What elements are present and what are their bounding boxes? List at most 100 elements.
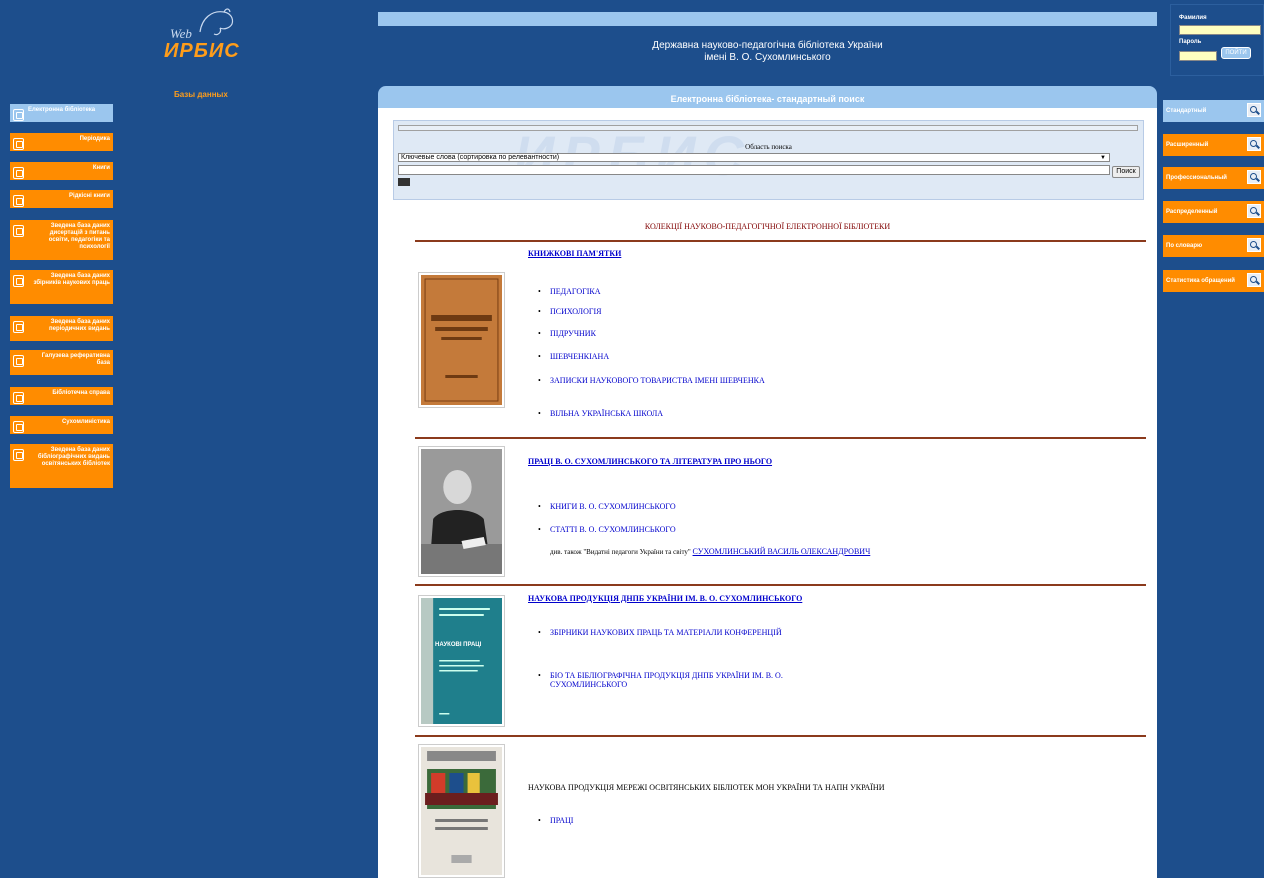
list-item[interactable]: ЗБІРНИКИ НАУКОВИХ ПРАЦЬ ТА МАТЕРІАЛИ КОН…: [538, 628, 782, 637]
sidebar-item-rare-books[interactable]: Рідкісні книги: [10, 190, 113, 208]
cover-title: НАУКОВІ ПРАЦІ: [435, 642, 482, 648]
sidebar-item-label: Книги: [92, 165, 110, 171]
sidebar-item-label: Електронна бібліотека: [28, 107, 96, 113]
search-mode-statistics[interactable]: Статистика обращений: [1163, 270, 1264, 292]
sidebar-item-label: Періодика: [79, 136, 110, 142]
password-label: Пароль: [1179, 39, 1202, 45]
leopard-icon: [199, 8, 234, 36]
list-item[interactable]: ЗАПИСКИ НАУКОВОГО ТОВАРИСТВА ІМЕНІ ШЕВЧЕ…: [538, 376, 780, 385]
see-also-link[interactable]: СУХОМЛИНСЬКИЙ ВАСИЛЬ ОЛЕКСАНДРОВИЧ: [693, 547, 871, 556]
sidebar-item-label: Рідкісні книги: [69, 193, 110, 199]
password-field[interactable]: [1179, 51, 1217, 61]
search-mode-dictionary[interactable]: По словарю: [1163, 235, 1264, 257]
search-mode-label: Распределенный: [1166, 209, 1218, 215]
magnifier-icon: [1247, 273, 1261, 287]
list-item[interactable]: СТАТТІ В. О. СУХОМЛИНСЬКОГО: [538, 525, 676, 534]
title-line-1: Державна науково-педагогічна бібліотека …: [652, 40, 883, 51]
sidebar-item-electronic-library[interactable]: Електронна бібліотека: [10, 104, 113, 122]
search-bar-title: Електронна бібліотека- стандартный поиск: [378, 86, 1157, 108]
surname-field[interactable]: [1179, 25, 1261, 35]
search-area-label: Область поиска: [745, 143, 792, 151]
database-icon: [13, 275, 24, 287]
list-item[interactable]: ПРАЦІ: [538, 816, 573, 825]
database-icon: [13, 167, 24, 179]
magnifier-icon: [1247, 137, 1261, 151]
section-title-network-production: НАУКОВА ПРОДУКЦІЯ МЕРЕЖІ ОСВІТЯНСЬКИХ БІ…: [528, 783, 885, 792]
search-area-select[interactable]: Ключевые слова (сортировка по релевантно…: [398, 153, 1110, 162]
sidebar-item-label: Сухомлиністика: [61, 419, 110, 425]
search-mode-label: Профессиональный: [1166, 175, 1227, 181]
search-input[interactable]: [398, 165, 1110, 175]
sidebar-item-label: Зведена база даних збірників наукових пр…: [33, 273, 110, 286]
magnifier-icon: [1247, 103, 1261, 117]
search-area-selected: Ключевые слова (сортировка по релевантно…: [401, 154, 560, 161]
sidebar-item-books[interactable]: Книги: [10, 162, 113, 180]
top-bar: [378, 12, 1157, 26]
search-button[interactable]: Поиск: [1112, 166, 1140, 178]
database-icon: [13, 109, 24, 121]
list-item[interactable]: КНИГИ В. О. СУХОМЛИНСЬКОГО: [538, 502, 676, 511]
title-line-2: імені В. О. Сухомлинського: [704, 52, 831, 63]
database-icon: [13, 355, 24, 367]
database-icon: [13, 225, 24, 237]
sidebar-item-label: Бібліотечна справа: [52, 390, 110, 396]
list-item[interactable]: ПІДРУЧНИК: [538, 329, 596, 338]
search-panel: ИРБИС Область поиска Ключевые слова (сор…: [393, 120, 1144, 200]
list-item[interactable]: ШЕВЧЕНКІАНА: [538, 352, 609, 361]
sidebar-item-label: Зведена база даних періодичних видань: [48, 319, 110, 332]
search-mode-label: Стандартный: [1166, 108, 1207, 114]
sidebar-item-dissertations[interactable]: Зведена база даних дисертацій з питань о…: [10, 220, 113, 260]
sidebar-item-bibliographic-editions[interactable]: Зведена база даних бібліографічних видан…: [10, 444, 113, 488]
sidebar-item-label: Зведена база даних бібліографічних видан…: [37, 447, 110, 467]
scientific-works-cover: НАУКОВІ ПРАЦІ: [418, 595, 505, 727]
magnifier-icon: [1247, 238, 1261, 252]
list-item[interactable]: ВІЛЬНА УКРАЇНСЬКА ШКОЛА: [538, 409, 663, 418]
login-button[interactable]: ПОЙТИ: [1221, 47, 1251, 59]
section-divider: [415, 240, 1146, 242]
search-mode-label: Расширенный: [1166, 142, 1209, 148]
sidebar-item-abstract-base[interactable]: Галузева реферативна база: [10, 350, 113, 375]
search-mode-professional[interactable]: Профессиональный: [1163, 167, 1264, 189]
list-item[interactable]: БІО ТА БІБЛІОГРАФІЧНА ПРОДУКЦІЯ ДНПБ УКР…: [538, 671, 830, 689]
see-also-prefix: див. також "Видатні педагоги України та …: [550, 548, 691, 556]
sidebar-item-library-science[interactable]: Бібліотечна справа: [10, 387, 113, 405]
search-mode-standard[interactable]: Стандартный: [1163, 100, 1264, 122]
magnifier-icon: [1247, 170, 1261, 184]
login-panel: Фамилия Пароль ПОЙТИ: [1170, 4, 1264, 76]
sidebar-item-label: Зведена база даних дисертацій з питань о…: [48, 223, 110, 250]
section-title-dnpb-production[interactable]: НАУКОВА ПРОДУКЦІЯ ДНПБ УКРАЇНИ ІМ. В. О.…: [528, 594, 802, 603]
sidebar-item-sukhomlinistika[interactable]: Сухомлиністика: [10, 416, 113, 434]
surname-label: Фамилия: [1179, 15, 1207, 21]
section-divider: [415, 584, 1146, 586]
network-production-cover: [418, 744, 505, 878]
databases-header: Базы данных: [174, 90, 228, 99]
search-mode-extended[interactable]: Расширенный: [1163, 134, 1264, 156]
section-title-sukhomlinsky-works[interactable]: ПРАЦІ В. О. СУХОМЛИНСЬКОГО ТА ЛІТЕРАТУРА…: [528, 457, 772, 466]
list-item[interactable]: ПСИХОЛОГІЯ: [538, 307, 601, 316]
irbis-logo[interactable]: Web ИРБИС: [160, 6, 240, 66]
database-icon: [13, 321, 24, 333]
database-icon: [13, 392, 24, 404]
see-also-note: див. також "Видатні педагоги України та …: [550, 547, 870, 556]
search-mode-label: По словарю: [1166, 243, 1203, 249]
search-mode-distributed[interactable]: Распределенный: [1163, 201, 1264, 223]
main-content: ИРБИС Область поиска Ключевые слова (сор…: [378, 108, 1157, 878]
sidebar-item-label: Галузева реферативна база: [41, 353, 110, 366]
section-title-book-monuments[interactable]: КНИЖКОВІ ПАМ'ЯТКИ: [528, 249, 621, 258]
collections-title: КОЛЕКЦІЇ НАУКОВО-ПЕДАГОГІЧНОЇ ЕЛЕКТРОННО…: [644, 222, 891, 231]
logo-irbis-text: ИРБИС: [164, 40, 240, 62]
sidebar-item-periodical-editions[interactable]: Зведена база даних періодичних видань: [10, 316, 113, 341]
database-icon: [13, 421, 24, 433]
list-item[interactable]: ПЕДАГОГІКА: [538, 287, 601, 296]
section-divider: [415, 437, 1146, 439]
search-mode-label: Статистика обращений: [1166, 278, 1235, 284]
sidebar-item-periodicals[interactable]: Періодика: [10, 133, 113, 151]
database-icon: [13, 449, 24, 461]
section-divider: [415, 735, 1146, 737]
book-cover-image: [418, 272, 505, 408]
search-option-icon[interactable]: [398, 178, 410, 186]
sidebar-item-scientific-works[interactable]: Зведена база даних збірників наукових пр…: [10, 270, 113, 304]
magnifier-icon: [1247, 204, 1261, 218]
left-column: Web ИРБИС Базы данных Електронна бібліот…: [0, 0, 372, 878]
page-title: Державна науково-педагогічна бібліотека …: [378, 40, 1157, 64]
